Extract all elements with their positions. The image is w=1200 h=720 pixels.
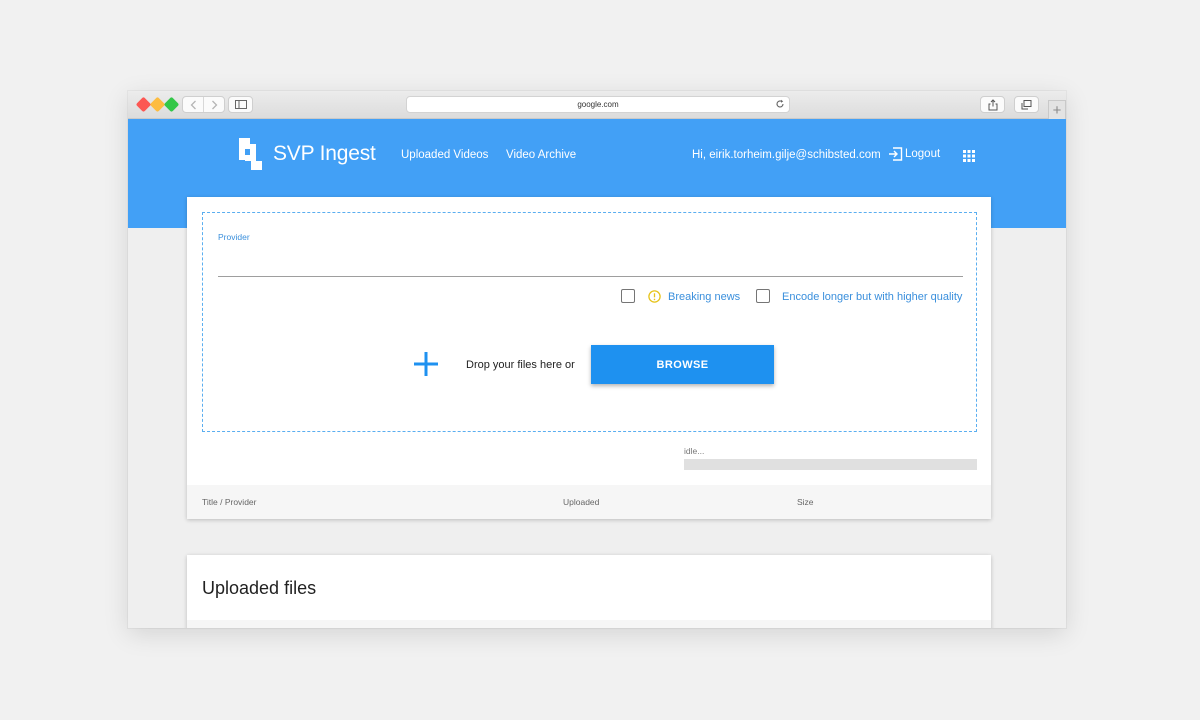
upload-progress-bar	[684, 459, 977, 470]
upload-status-text: idle...	[684, 446, 705, 456]
reload-icon[interactable]	[775, 99, 785, 109]
minimize-window-icon[interactable]	[149, 96, 166, 113]
show-tabs-button[interactable]	[1014, 96, 1039, 113]
sidebar-toggle-button[interactable]	[228, 96, 253, 113]
logout-icon	[889, 147, 903, 161]
upload-card: Provider Breaking news Encode longer but…	[187, 197, 991, 519]
uploaded-files-table-header	[187, 620, 991, 628]
browse-button[interactable]: BROWSE	[591, 345, 774, 384]
browser-window: google.com + SVP Ingest Uploaded Videos …	[128, 91, 1066, 628]
logout-button[interactable]: Logout	[888, 147, 940, 161]
encode-quality-label[interactable]: Encode longer but with higher quality	[782, 291, 962, 303]
tabs-overview-icon	[1021, 99, 1032, 109]
chevron-right-icon	[211, 100, 217, 109]
column-header-size[interactable]: Size	[797, 497, 814, 507]
logout-label: Logout	[905, 148, 941, 160]
provider-input[interactable]	[218, 249, 963, 277]
back-button[interactable]	[183, 97, 204, 112]
history-nav-group	[182, 96, 225, 113]
apps-grid-icon[interactable]	[963, 150, 975, 162]
uploaded-files-card: Uploaded files	[187, 555, 991, 628]
web-page: SVP Ingest Uploaded Videos Video Archive…	[128, 119, 1066, 628]
breaking-news-label[interactable]: Breaking news	[668, 291, 740, 303]
uploaded-files-title: Uploaded files	[202, 578, 317, 598]
file-dropzone[interactable]: Provider Breaking news Encode longer but…	[202, 212, 977, 432]
provider-label: Provider	[218, 232, 250, 242]
nav-uploaded-videos[interactable]: Uploaded Videos	[401, 149, 488, 161]
column-header-uploaded[interactable]: Uploaded	[563, 497, 599, 507]
breaking-news-checkbox[interactable]	[621, 289, 635, 303]
encode-quality-checkbox[interactable]	[756, 289, 770, 303]
sidebar-icon	[234, 100, 247, 109]
chevron-left-icon	[190, 100, 196, 109]
browser-titlebar: google.com +	[128, 91, 1066, 119]
user-greeting: Hi, eirik.torheim.gilje@schibsted.com	[692, 149, 881, 161]
nav-video-archive[interactable]: Video Archive	[506, 149, 576, 161]
new-tab-button[interactable]: +	[1048, 100, 1066, 119]
address-bar[interactable]: google.com	[406, 96, 790, 113]
share-button[interactable]	[980, 96, 1005, 113]
plus-icon[interactable]	[413, 351, 439, 377]
uploads-table-header: Title / Provider Uploaded Size	[187, 485, 991, 519]
share-icon	[988, 98, 997, 110]
forward-button[interactable]	[204, 97, 224, 112]
app-brand[interactable]: SVP Ingest	[273, 142, 376, 166]
drop-files-text: Drop your files here or	[466, 359, 575, 371]
zoom-window-icon[interactable]	[163, 96, 180, 113]
svp-logo-icon[interactable]	[239, 138, 263, 171]
close-window-icon[interactable]	[135, 96, 152, 113]
column-header-title-provider[interactable]: Title / Provider	[202, 497, 256, 507]
warning-icon	[648, 290, 661, 303]
url-text: google.com	[577, 100, 619, 109]
